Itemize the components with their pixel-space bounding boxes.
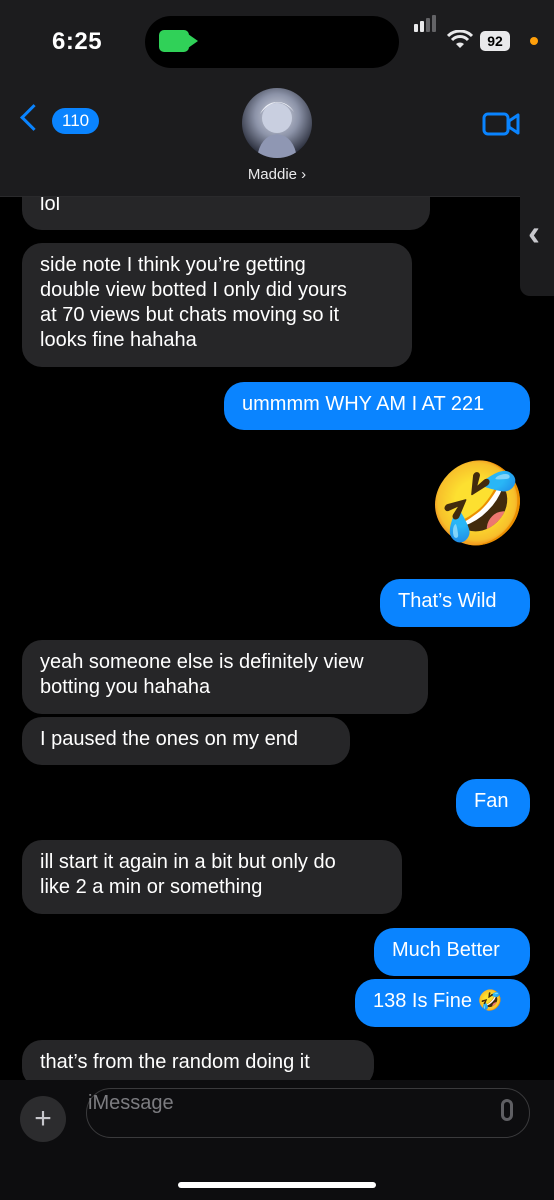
message-incoming[interactable]: ill start it again in a bit but only do … bbox=[22, 840, 402, 914]
message-input-placeholder: iMessage bbox=[88, 1092, 174, 1114]
avatar-image bbox=[257, 102, 297, 158]
chevron-left-icon: ‹ bbox=[528, 212, 540, 253]
message-incoming[interactable]: yeah someone else is definitely view bot… bbox=[22, 640, 428, 714]
message-outgoing[interactable]: 138 Is Fine 🤣 bbox=[355, 979, 530, 1027]
video-call-icon[interactable] bbox=[482, 110, 520, 138]
plus-icon[interactable]: + bbox=[20, 1096, 66, 1142]
unread-count-badge: 110 bbox=[52, 108, 100, 134]
message-outgoing[interactable]: That’s Wild bbox=[380, 579, 530, 627]
microphone-icon[interactable] bbox=[501, 1099, 513, 1121]
chat-header: 6:25 92 110 Maddie › bbox=[0, 0, 554, 197]
back-chevron-icon bbox=[20, 104, 47, 131]
battery-icon: 92 bbox=[480, 31, 510, 51]
message-emoji[interactable]: 🤣 bbox=[428, 456, 528, 552]
back-button[interactable]: 110 bbox=[20, 104, 100, 138]
message-outgoing[interactable]: ummmm WHY AM I AT 221 bbox=[224, 382, 530, 430]
facetime-icon bbox=[159, 30, 198, 52]
status-bar: 6:25 92 bbox=[0, 0, 554, 88]
message-incoming[interactable]: side note I think you’re getting double … bbox=[22, 243, 412, 367]
privacy-indicator bbox=[530, 37, 538, 45]
message-outgoing[interactable]: Much Better bbox=[374, 928, 530, 976]
side-panel-handle[interactable]: ‹ bbox=[520, 162, 554, 296]
dynamic-island[interactable] bbox=[145, 16, 399, 68]
contact-avatar[interactable] bbox=[242, 88, 312, 158]
wifi-icon bbox=[447, 30, 473, 48]
status-time: 6:25 bbox=[52, 28, 103, 55]
contact-name[interactable]: Maddie › bbox=[0, 166, 554, 183]
message-incoming[interactable]: I paused the ones on my end bbox=[22, 717, 350, 765]
message-outgoing[interactable]: Fan bbox=[456, 779, 530, 827]
home-indicator[interactable] bbox=[178, 1182, 376, 1188]
